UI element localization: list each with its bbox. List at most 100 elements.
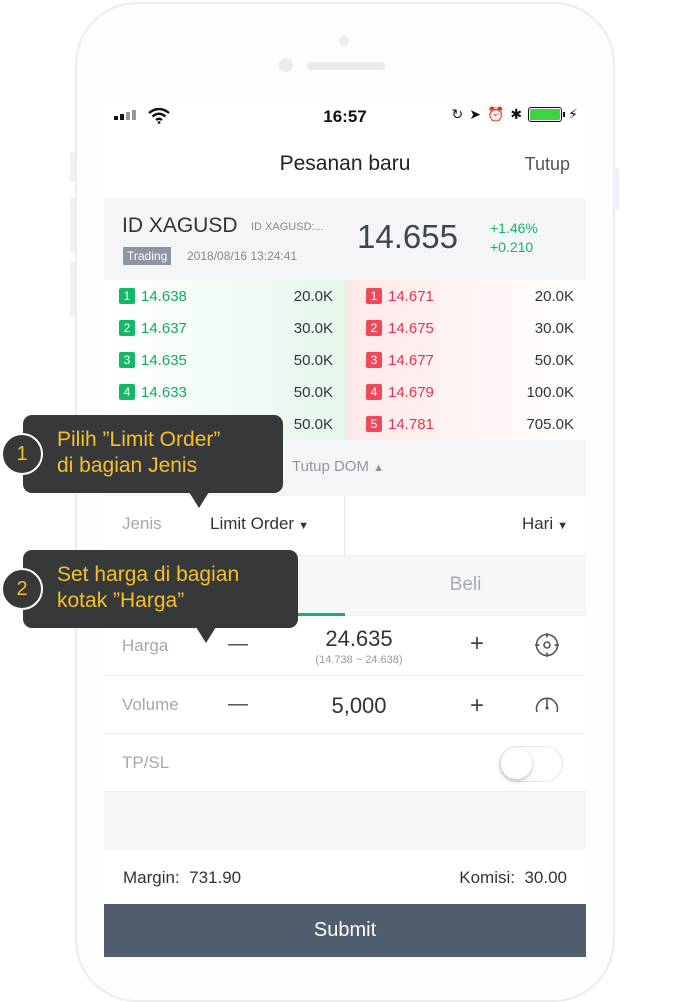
- volume-down-button: [70, 262, 75, 317]
- callout-line: Set harga di bagian: [57, 563, 240, 586]
- close-dom-toggle[interactable]: Tutup DOM ▲: [292, 458, 384, 475]
- expiry-dropdown[interactable]: Hari ▼: [522, 514, 568, 534]
- price-increment-button[interactable]: +: [470, 630, 484, 658]
- status-badge: Trading: [123, 247, 172, 265]
- bid-price: 14.638: [141, 287, 187, 305]
- current-price: 14.655: [357, 218, 458, 255]
- bid-row[interactable]: 1 14.638 20.0K: [119, 280, 345, 312]
- bid-price: 14.633: [141, 383, 187, 401]
- proximity-sensor: [339, 36, 349, 46]
- battery-icon: [528, 107, 566, 122]
- volume-up-button: [70, 198, 75, 253]
- ask-level: 4: [366, 384, 382, 400]
- step-number-badge: 1: [1, 433, 43, 475]
- bid-volume: 30.0K: [293, 319, 333, 337]
- order-type-dropdown[interactable]: Limit Order ▼: [210, 514, 309, 534]
- bid-price: 14.637: [141, 319, 187, 337]
- ask-volume: 705.0K: [526, 415, 574, 433]
- symbol-subtitle: ID XAGUSD:...: [251, 221, 324, 233]
- callout-text: Set harga di bagian kotak ”Harga”: [57, 562, 239, 614]
- bid-volume: 50.0K: [293, 383, 333, 401]
- bid-level: 1: [119, 288, 135, 304]
- expiry-value: Hari: [521, 514, 554, 533]
- ask-level: 1: [366, 288, 382, 304]
- ask-volume: 20.0K: [534, 287, 574, 305]
- ask-price: 14.671: [388, 287, 434, 305]
- symbol-summary: ID XAGUSD ID XAGUSD:... Trading 2018/08/…: [104, 198, 586, 280]
- ask-level: 5: [366, 416, 382, 432]
- submit-button[interactable]: Submit: [104, 904, 586, 957]
- commission-label: Komisi:: [459, 868, 515, 887]
- quote-timestamp: 2018/08/16 13:24:41: [187, 249, 298, 263]
- bid-volume: 50.0K: [293, 351, 333, 369]
- bid-price: 14.635: [141, 351, 187, 369]
- ask-volume: 50.0K: [534, 351, 574, 369]
- margin-info: Margin: 731.90: [123, 868, 241, 888]
- location-icon: ➤: [469, 106, 481, 122]
- bid-volume: 20.0K: [293, 287, 333, 305]
- bid-row[interactable]: 3 14.635 50.0K: [119, 344, 345, 376]
- step-number-badge: 2: [1, 568, 43, 610]
- order-type-row: Jenis Limit Order ▼ Hari ▼: [104, 496, 586, 556]
- callout-pointer: [196, 627, 216, 643]
- commission-value: 30.00: [524, 868, 567, 887]
- callout-pointer: [189, 492, 209, 508]
- order-type-label: Jenis: [122, 514, 162, 533]
- volume-input[interactable]: 5,000: [274, 693, 444, 719]
- charging-icon: ⚡: [568, 106, 578, 122]
- alarm-icon: ⏰: [486, 106, 505, 122]
- tpsl-row: TP/SL: [104, 734, 586, 792]
- commission-info: Komisi: 30.00: [459, 868, 567, 888]
- change-absolute: +0.210: [490, 239, 534, 255]
- ask-volume: 30.0K: [534, 319, 574, 337]
- close-dom-label: Tutup DOM: [292, 458, 369, 475]
- target-icon[interactable]: [534, 632, 560, 658]
- ask-price: 14.781: [388, 415, 434, 433]
- price-range: (14.738 ~ 24.638): [315, 654, 403, 666]
- price-label: Harga: [122, 636, 169, 655]
- callout-line: kotak ”Harga”: [57, 589, 185, 612]
- margin-label: Margin:: [123, 868, 180, 887]
- volume-decrement-button[interactable]: —: [228, 693, 248, 716]
- ask-price: 14.677: [388, 351, 434, 369]
- symbol-name: ID XAGUSD: [122, 214, 238, 237]
- change-percent: +1.46%: [490, 220, 538, 236]
- nav-header: Pesanan baru Tutup: [104, 132, 586, 198]
- bid-row[interactable]: 4 14.633 50.0K: [119, 376, 345, 408]
- callout-text: Pilih ”Limit Order” di bagian Jenis: [57, 427, 220, 479]
- price-decrement-button[interactable]: —: [228, 633, 248, 656]
- price-input[interactable]: 24.635: [274, 626, 444, 652]
- triangle-down-icon: ▼: [557, 520, 568, 532]
- callout-step-2: 2 Set harga di bagian kotak ”Harga”: [1, 550, 298, 643]
- gauge-icon[interactable]: [534, 693, 560, 717]
- tab-buy[interactable]: Beli: [345, 574, 586, 596]
- page-title: Pesanan baru: [279, 152, 411, 175]
- ask-level: 2: [366, 320, 382, 336]
- close-button[interactable]: Tutup: [525, 154, 570, 175]
- volume-increment-button[interactable]: +: [470, 692, 484, 720]
- ask-level: 3: [366, 352, 382, 368]
- ask-price: 14.679: [388, 383, 434, 401]
- mute-switch: [70, 152, 75, 182]
- ask-row[interactable]: 1 14.671 20.0K: [366, 280, 586, 312]
- callout-line: Pilih ”Limit Order”: [57, 428, 221, 451]
- ask-row[interactable]: 3 14.677 50.0K: [366, 344, 586, 376]
- app-screen: 16:57 ↻ ➤ ⏰ ✱ ⚡ Pesanan baru Tutup ID XA…: [104, 100, 586, 957]
- triangle-down-icon: ▼: [298, 520, 309, 532]
- status-bar: 16:57 ↻ ➤ ⏰ ✱ ⚡: [104, 100, 586, 132]
- ask-row[interactable]: 4 14.679 100.0K: [366, 376, 586, 408]
- rotation-lock-icon: ↻: [451, 106, 464, 122]
- volume-label: Volume: [122, 695, 179, 714]
- volume-row: Volume — 5,000 +: [104, 676, 586, 734]
- bid-row[interactable]: 2 14.637 30.0K: [119, 312, 345, 344]
- bid-level: 2: [119, 320, 135, 336]
- toggle-knob: [501, 748, 532, 779]
- tpsl-toggle[interactable]: [499, 746, 563, 782]
- callout-step-1: 1 Pilih ”Limit Order” di bagian Jenis: [1, 415, 283, 508]
- callout-line: di bagian Jenis: [57, 454, 198, 477]
- ask-row[interactable]: 2 14.675 30.0K: [366, 312, 586, 344]
- bluetooth-icon: ✱: [510, 106, 523, 122]
- earpiece-speaker: [307, 62, 385, 70]
- ask-row[interactable]: 5 14.781 705.0K: [366, 408, 586, 440]
- front-camera: [279, 58, 293, 72]
